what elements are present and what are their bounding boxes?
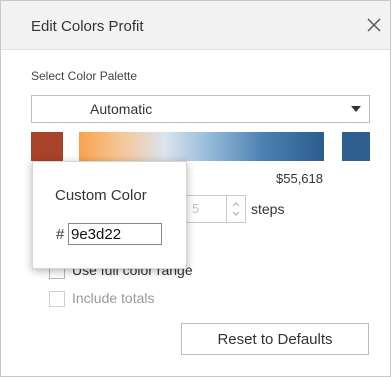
caret-down-icon[interactable]: [343, 96, 369, 122]
include-totals-label: Include totals: [72, 290, 155, 306]
stepper-arrows-icon[interactable]: [226, 196, 245, 222]
hex-hash-label: #: [56, 226, 65, 243]
dialog-title: Edit Colors Profit: [31, 18, 144, 35]
palette-select-value: Automatic: [90, 101, 153, 117]
palette-label: Select Color Palette: [31, 69, 138, 83]
custom-color-popup: Custom Color #: [32, 161, 187, 269]
color-ramp-preview: [79, 132, 324, 161]
steps-value: 5: [192, 201, 200, 216]
close-icon[interactable]: [364, 15, 384, 35]
hex-color-input[interactable]: [68, 223, 162, 245]
reset-to-defaults-button[interactable]: Reset to Defaults: [181, 323, 369, 355]
dialog-header: Edit Colors Profit: [1, 1, 390, 50]
custom-color-title: Custom Color: [55, 187, 147, 204]
end-color-swatch[interactable]: [342, 132, 370, 161]
steps-stepper[interactable]: 5: [186, 195, 246, 223]
start-color-swatch[interactable]: [31, 132, 63, 161]
edit-colors-dialog: Edit Colors Profit Select Color Palette …: [0, 0, 391, 377]
steps-label: steps: [251, 201, 285, 217]
range-max-value: $55,618: [276, 171, 323, 186]
palette-select[interactable]: Automatic: [31, 95, 370, 123]
include-totals-checkbox[interactable]: [49, 291, 65, 307]
